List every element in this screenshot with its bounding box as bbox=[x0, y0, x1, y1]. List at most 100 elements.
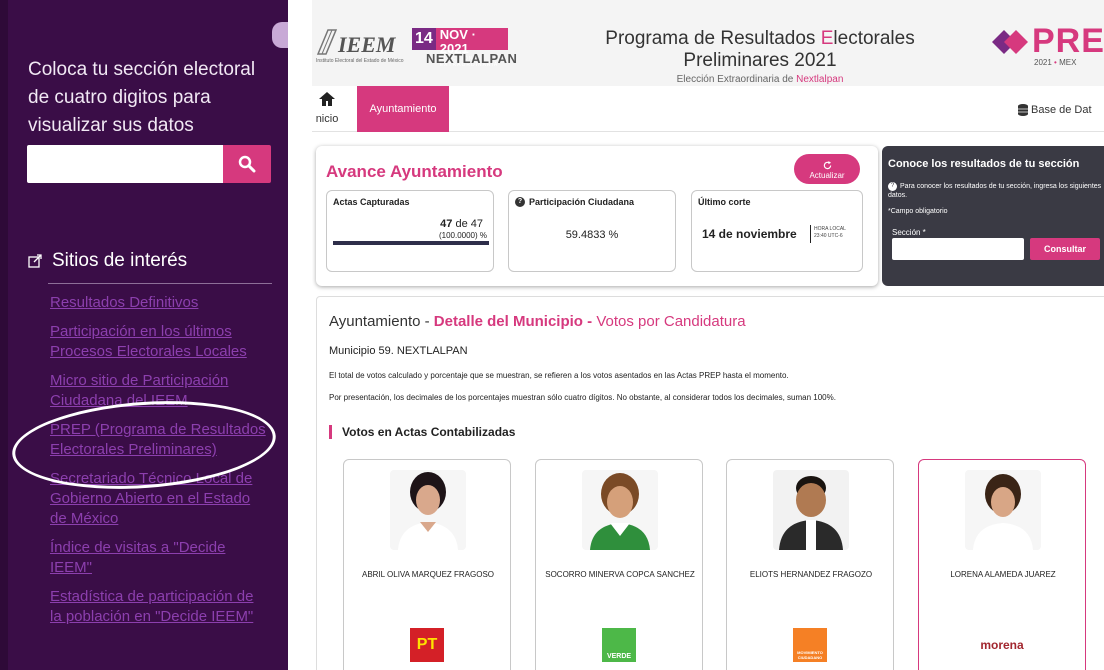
party-label: MOVIMIENTO CIUDADANO bbox=[797, 650, 823, 660]
prep-year: 2021 • MEX bbox=[1034, 58, 1076, 67]
party-mc-logo: MOVIMIENTO CIUDADANO bbox=[793, 628, 827, 662]
candidate-name: LORENA ALAMEDA JUAREZ bbox=[950, 570, 1056, 579]
seccion-info-text: Para conocer los resultados de tu secció… bbox=[888, 183, 1102, 199]
ultimo-corte-time: HORA LOCAL 23:40 UTC-6 bbox=[814, 226, 846, 240]
candidate-name: ABRIL OLIVA MARQUEZ FRAGOSO bbox=[361, 570, 495, 579]
election-place: NEXTLALPAN bbox=[426, 51, 518, 66]
actas-label: Actas Capturadas bbox=[333, 197, 410, 207]
seccion-title: Conoce los resultados de tu sección bbox=[888, 158, 1080, 170]
ieem-text: IEEM bbox=[338, 32, 396, 57]
candidate-name: ELIOTS HERNANDEZ FRAGOZO bbox=[749, 570, 873, 579]
actas-value: 47 de 47 bbox=[440, 218, 483, 230]
candidate-photo-image bbox=[773, 470, 849, 550]
title-part-2: E bbox=[820, 28, 834, 49]
detalle-title-2: Detalle del Municipio bbox=[433, 313, 583, 330]
home-icon bbox=[319, 92, 335, 106]
prep-logo: PREP 2021 • MEX bbox=[992, 22, 1104, 68]
participacion-card: ? Participación Ciudadana 59.4833 % bbox=[508, 190, 676, 272]
election-badge: 14 NOV · 2021 ELECCIÓN EXTRAORDINARIA bbox=[412, 28, 508, 68]
candidate-photo bbox=[773, 470, 849, 550]
note-decimales: Por presentación, los decimales de los p… bbox=[329, 393, 836, 402]
ieem-sidebar: Coloca tu sección electoral de cuatro di… bbox=[0, 0, 288, 670]
party-label: morena bbox=[980, 638, 1024, 652]
prep-page: IEEM Instituto Electoral del Estado de M… bbox=[312, 0, 1104, 670]
actas-progress-fill bbox=[333, 241, 489, 245]
collapse-tab[interactable] bbox=[272, 22, 288, 48]
candidate-card[interactable]: SOCORRO MINERVA COPCA SANCHEZ VERDE bbox=[535, 459, 703, 670]
candidate-photo-image bbox=[582, 470, 658, 550]
candidate-card[interactable]: LORENA ALAMEDA JUAREZ morena bbox=[918, 459, 1086, 670]
avance-title: Avance Ayuntamiento bbox=[326, 162, 503, 181]
election-logo: 14 NOV · 2021 ELECCIÓN EXTRAORDINARIA NEX… bbox=[412, 28, 517, 68]
base-datos-link[interactable]: Base de Dat bbox=[1018, 104, 1092, 116]
search-icon bbox=[238, 155, 256, 173]
actas-card: Actas Capturadas 47 de 47 (100.0000) % bbox=[326, 190, 494, 272]
candidate-photo bbox=[390, 470, 466, 550]
ultimo-corte-card: Último corte 14 de noviembre HORA LOCAL 2… bbox=[691, 190, 863, 272]
note-votos: El total de votos calculado y porcentaje… bbox=[329, 371, 789, 380]
consultar-button[interactable]: Consultar bbox=[1030, 238, 1100, 260]
divider bbox=[48, 283, 272, 284]
actas-progress-bar bbox=[333, 241, 489, 245]
database-icon bbox=[1018, 104, 1028, 116]
avance-panel: Avance Ayuntamiento Actualizar Actas Cap… bbox=[316, 146, 878, 286]
refresh-icon bbox=[823, 160, 831, 169]
candidate-card[interactable]: ELIOTS HERNANDEZ FRAGOZO MOVIMIENTO CIUD… bbox=[726, 459, 894, 670]
tab-ayuntamiento[interactable]: Ayuntamiento bbox=[357, 86, 449, 132]
page-title: Programa de Resultados Electorales Preli… bbox=[550, 28, 970, 72]
seccion-panel: Conoce los resultados de tu sección ? Par… bbox=[882, 146, 1104, 286]
detalle-title-3: - bbox=[582, 313, 597, 330]
actas-percent: (100.0000) % bbox=[438, 231, 487, 240]
subtitle-part-1: Elección Extraordinaria de bbox=[676, 74, 797, 85]
prep-diamond-icon bbox=[992, 30, 1028, 54]
municipio-label: Municipio 59. NEXTLALPAN bbox=[329, 345, 468, 357]
ieem-subtext: Instituto Electoral del Estado de México bbox=[316, 58, 404, 64]
prep-dot: • bbox=[1054, 58, 1057, 67]
title-part-1: Programa de Resultados bbox=[605, 28, 821, 49]
link-estadistica[interactable]: Estadística de participación de la pobla… bbox=[50, 587, 268, 627]
detalle-panel: Ayuntamiento - Detalle del Municipio - V… bbox=[316, 296, 1104, 670]
link-resultados-definitivos[interactable]: Resultados Definitivos bbox=[50, 293, 268, 313]
seccion-input[interactable] bbox=[892, 238, 1024, 260]
section-search-input[interactable] bbox=[27, 145, 223, 183]
link-participacion[interactable]: Participación en los últimos Procesos El… bbox=[50, 322, 268, 362]
party-verde-logo: VERDE bbox=[602, 628, 636, 662]
party-label: VERDE bbox=[606, 653, 632, 660]
detalle-title-4: Votos por Candidatura bbox=[596, 313, 746, 330]
external-link-icon bbox=[28, 254, 42, 268]
party-pt-logo: PT bbox=[410, 628, 444, 662]
refresh-button[interactable]: Actualizar bbox=[794, 154, 860, 184]
candidate-card[interactable]: ABRIL OLIVA MARQUEZ FRAGOSO PT bbox=[343, 459, 511, 670]
link-indice-visitas[interactable]: Índice de visitas a "Decide IEEM" bbox=[50, 538, 268, 578]
detalle-title-1: Ayuntamiento - bbox=[329, 313, 434, 330]
subtitle-part-2: Nextlalpan bbox=[796, 74, 844, 85]
page-subtitle: Elección Extraordinaria de Nextlalpan bbox=[550, 74, 970, 85]
nav-bar: nicio Ayuntamiento Base de Dat bbox=[312, 86, 1104, 132]
home-link[interactable]: nicio bbox=[312, 92, 344, 125]
seccion-info: ? Para conocer los resultados de tu secci… bbox=[888, 182, 1104, 200]
ieem-logo: IEEM Instituto Electoral del Estado de M… bbox=[316, 26, 404, 66]
party-morena-logo: morena bbox=[977, 628, 1027, 662]
prep-word: PREP bbox=[1032, 22, 1104, 60]
ultimo-corte-date: 14 de noviembre bbox=[702, 227, 797, 241]
actas-count: 47 bbox=[440, 218, 453, 230]
candidate-photo-image bbox=[965, 470, 1041, 550]
participacion-header: ? Participación Ciudadana bbox=[515, 197, 634, 207]
base-datos-label: Base de Dat bbox=[1031, 104, 1092, 116]
help-icon: ? bbox=[888, 182, 897, 191]
detalle-title: Ayuntamiento - Detalle del Municipio - V… bbox=[329, 313, 746, 330]
section-search bbox=[27, 145, 271, 183]
election-date: NOV · 2021 ELECCIÓN EXTRAORDINARIA bbox=[435, 28, 508, 68]
actas-total: de 47 bbox=[452, 218, 483, 230]
search-button[interactable] bbox=[223, 145, 271, 183]
sites-title: Sitios de interés bbox=[52, 250, 188, 271]
participacion-label: Participación Ciudadana bbox=[529, 197, 635, 207]
page-title-block: Programa de Resultados Electorales Preli… bbox=[550, 28, 970, 85]
seccion-label: Sección * bbox=[892, 228, 926, 237]
corte-divider bbox=[810, 225, 811, 243]
refresh-label: Actualizar bbox=[809, 170, 845, 180]
prep-mex: MEX bbox=[1059, 58, 1077, 67]
election-day: 14 bbox=[412, 28, 436, 50]
candidate-photo bbox=[582, 470, 658, 550]
help-icon: ? bbox=[515, 197, 525, 207]
